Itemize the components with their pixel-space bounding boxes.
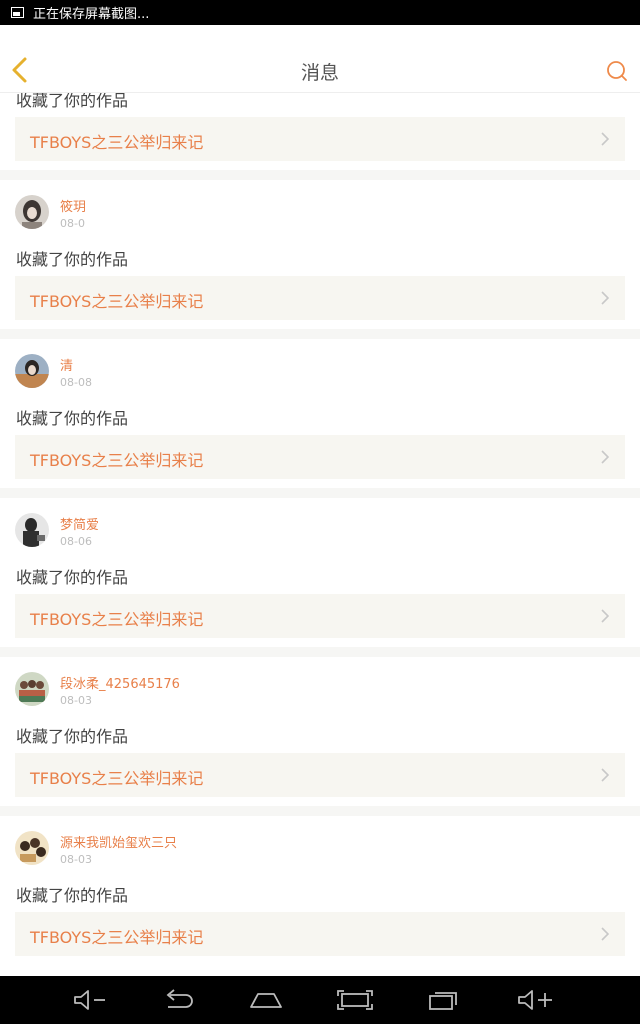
user-avatar[interactable]: [15, 354, 49, 388]
search-icon[interactable]: [606, 60, 628, 82]
username[interactable]: 梦简爱: [60, 514, 99, 533]
work-title: TFBOYS之三公举归来记: [30, 451, 204, 470]
work-link[interactable]: TFBOYS之三公举归来记: [15, 435, 625, 479]
work-link[interactable]: TFBOYS之三公举归来记: [15, 276, 625, 320]
username[interactable]: 段冰柔_425645176: [60, 673, 180, 692]
username[interactable]: 清: [60, 355, 73, 374]
message-item: 源来我凯始玺欢三只 08-03 收藏了你的作品 TFBOYS之三公举归来记: [0, 816, 640, 976]
recent-apps-icon[interactable]: [426, 988, 460, 1012]
work-link[interactable]: TFBOYS之三公举归来记: [15, 117, 625, 161]
message-date: 08-0: [60, 217, 85, 230]
work-title: TFBOYS之三公举归来记: [30, 610, 204, 629]
username[interactable]: 筱玥: [60, 196, 86, 215]
back-icon[interactable]: [162, 988, 196, 1012]
message-item: 段冰柔_425645176 08-03 收藏了你的作品 TFBOYS之三公举归来…: [0, 657, 640, 806]
work-title: TFBOYS之三公举归来记: [30, 292, 204, 311]
work-title: TFBOYS之三公举归来记: [30, 769, 204, 788]
chevron-right-icon: [601, 609, 610, 623]
app-header: 消息: [0, 25, 640, 93]
user-avatar[interactable]: [15, 513, 49, 547]
screenshot-notification-icon: [11, 7, 24, 18]
status-notification-text: 正在保存屏幕截图...: [33, 7, 150, 22]
user-avatar[interactable]: [15, 672, 49, 706]
work-title: TFBOYS之三公举归来记: [30, 928, 204, 947]
volume-up-icon[interactable]: [516, 988, 556, 1012]
message-item-partial: 收藏了你的作品 TFBOYS之三公举归来记: [0, 93, 640, 170]
system-navigation-bar: [0, 976, 640, 1024]
message-action-text: 收藏了你的作品: [16, 93, 129, 110]
message-date: 08-08: [60, 376, 92, 389]
message-date: 08-03: [60, 694, 92, 707]
work-title: TFBOYS之三公举归来记: [30, 133, 204, 152]
volume-down-icon[interactable]: [72, 988, 108, 1012]
status-bar: 正在保存屏幕截图...: [0, 0, 640, 25]
message-date: 08-06: [60, 535, 92, 548]
message-action-text: 收藏了你的作品: [16, 250, 129, 269]
message-action-text: 收藏了你的作品: [16, 886, 129, 905]
username[interactable]: 源来我凯始玺欢三只: [60, 832, 177, 851]
message-item: 梦简爱 08-06 收藏了你的作品 TFBOYS之三公举归来记: [0, 498, 640, 647]
message-action-text: 收藏了你的作品: [16, 409, 129, 428]
message-action-text: 收藏了你的作品: [16, 568, 129, 587]
page-title: 消息: [300, 62, 339, 84]
chevron-right-icon: [601, 768, 610, 782]
chevron-right-icon: [601, 132, 610, 146]
chevron-right-icon: [601, 291, 610, 305]
screenshot-icon[interactable]: [336, 988, 374, 1012]
message-action-text: 收藏了你的作品: [16, 727, 129, 746]
user-avatar[interactable]: [15, 831, 49, 865]
work-link[interactable]: TFBOYS之三公举归来记: [15, 753, 625, 797]
chevron-right-icon: [601, 450, 610, 464]
message-item: 筱玥 08-0 收藏了你的作品 TFBOYS之三公举归来记: [0, 180, 640, 329]
work-link[interactable]: TFBOYS之三公举归来记: [15, 594, 625, 638]
home-icon[interactable]: [248, 988, 284, 1012]
user-avatar[interactable]: [15, 195, 49, 229]
message-feed[interactable]: 收藏了你的作品 TFBOYS之三公举归来记 筱玥 08-0 收藏了你的作品 TF…: [0, 93, 640, 976]
work-link[interactable]: TFBOYS之三公举归来记: [15, 912, 625, 956]
message-date: 08-03: [60, 853, 92, 866]
chevron-right-icon: [601, 927, 610, 941]
message-item: 清 08-08 收藏了你的作品 TFBOYS之三公举归来记: [0, 339, 640, 488]
